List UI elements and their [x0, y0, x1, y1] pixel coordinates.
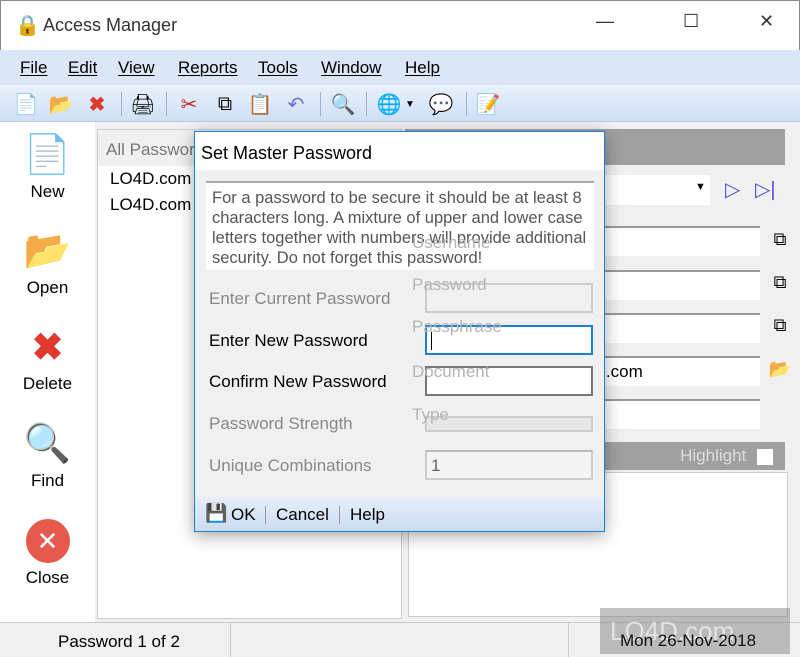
current-password-label: Enter Current Password: [209, 289, 391, 308]
cancel-button[interactable]: Cancel: [276, 505, 329, 525]
delete-icon[interactable]: ✖: [84, 91, 110, 117]
menu-tools[interactable]: Tools: [258, 58, 298, 78]
sidebar: 📄 New 📂 Open ✖ Delete 🔍 Find ✕ Close: [0, 122, 95, 622]
new-icon: 📄: [23, 134, 72, 176]
new-password-input[interactable]: [425, 325, 593, 355]
separator: [166, 92, 167, 116]
strength-label: Password Strength: [209, 414, 353, 433]
combinations-field: 1: [425, 450, 593, 480]
clipboard-icon[interactable]: 📝: [475, 91, 501, 117]
dialog-button-bar: 💾 OK Cancel Help: [195, 497, 604, 531]
separator: [466, 92, 467, 116]
combinations-label: Unique Combinations: [209, 456, 372, 475]
menu-bar: File Edit View Reports Tools Window Help: [0, 50, 800, 85]
minimize-button[interactable]: —: [596, 11, 614, 32]
chevron-down-icon[interactable]: ▼: [695, 181, 706, 193]
cut-icon[interactable]: ✂: [176, 91, 202, 117]
print-icon[interactable]: 🖨: [130, 91, 156, 117]
separator: [121, 92, 122, 116]
confirm-password-input[interactable]: [425, 366, 593, 396]
help-button[interactable]: Help: [350, 505, 385, 525]
open-icon: 📂: [23, 230, 72, 272]
current-password-input[interactable]: [425, 283, 593, 313]
ok-button[interactable]: OK: [231, 505, 256, 525]
copy-icon[interactable]: ⧉: [767, 315, 793, 341]
separator: [265, 506, 266, 524]
close-button[interactable]: ✕: [759, 11, 774, 32]
menu-window[interactable]: Window: [321, 58, 381, 78]
menu-reports[interactable]: Reports: [178, 58, 238, 78]
separator: [230, 623, 231, 657]
separator: [339, 506, 340, 524]
menu-view[interactable]: View: [118, 58, 155, 78]
toolbar: 📄 📂 ✖ 🖨 ✂ ⧉ 📋 ↶ 🔍 🌐 ▼ 💬 📝: [0, 85, 800, 122]
menu-edit[interactable]: Edit: [68, 58, 97, 78]
status-date: Mon 26-Nov-2018: [620, 631, 757, 650]
sidebar-delete-button[interactable]: ✖ Delete: [0, 322, 95, 394]
sidebar-label: Open: [26, 278, 69, 297]
separator: [320, 92, 321, 116]
sidebar-close-button[interactable]: ✕ Close: [0, 516, 95, 588]
sidebar-label: New: [30, 182, 65, 201]
copy-icon[interactable]: ⧉: [767, 272, 793, 298]
open-icon[interactable]: 📂: [48, 91, 74, 117]
close-icon: ✕: [23, 516, 73, 566]
paste-icon[interactable]: 📋: [247, 91, 273, 117]
next-icon[interactable]: ▷: [725, 177, 740, 202]
sidebar-label: Find: [30, 471, 65, 490]
sidebar-label: Close: [25, 568, 70, 587]
save-icon: 💾: [205, 503, 228, 523]
open-icon[interactable]: 📂: [767, 359, 793, 385]
last-icon[interactable]: ▷|: [755, 177, 776, 202]
highlight-checkbox[interactable]: [757, 448, 773, 465]
copy-icon[interactable]: ⧉: [767, 229, 793, 255]
strength-bar: [425, 416, 593, 432]
chevron-down-icon[interactable]: ▼: [403, 91, 417, 117]
menu-file[interactable]: File: [20, 58, 47, 78]
dialog-title: Set Master Password: [195, 132, 604, 170]
new-icon[interactable]: 📄: [13, 91, 39, 117]
title-bar: 🔒 Access Manager — ☐ ✕: [0, 0, 800, 50]
find-icon: 🔍: [23, 423, 72, 465]
find-icon[interactable]: 🔍: [330, 91, 356, 117]
separator: [366, 92, 367, 116]
copy-icon[interactable]: ⧉: [212, 91, 238, 117]
sidebar-label: Delete: [22, 374, 73, 393]
sidebar-new-button[interactable]: 📄 New: [0, 130, 95, 202]
separator: [568, 623, 569, 657]
menu-help[interactable]: Help: [405, 58, 440, 78]
window-title: Access Manager: [43, 15, 178, 35]
set-master-password-dialog: Set Master Password For a password to be…: [194, 131, 605, 532]
confirm-password-label: Confirm New Password: [209, 372, 387, 391]
info-icon[interactable]: 💬: [428, 91, 454, 117]
highlight-label: Highlight: [680, 446, 747, 465]
text-cursor: [431, 332, 432, 350]
web-icon[interactable]: 🌐: [376, 91, 402, 117]
sidebar-find-button[interactable]: 🔍 Find: [0, 419, 95, 491]
status-record: Password 1 of 2: [58, 632, 180, 651]
new-password-label: Enter New Password: [209, 331, 368, 350]
delete-icon: ✖: [31, 326, 64, 369]
lock-icon: 🔒: [15, 15, 40, 37]
undo-icon[interactable]: ↶: [283, 91, 309, 117]
sidebar-open-button[interactable]: 📂 Open: [0, 226, 95, 298]
info-text: For a password to be secure it should be…: [206, 181, 594, 270]
maximize-button[interactable]: ☐: [683, 11, 699, 32]
